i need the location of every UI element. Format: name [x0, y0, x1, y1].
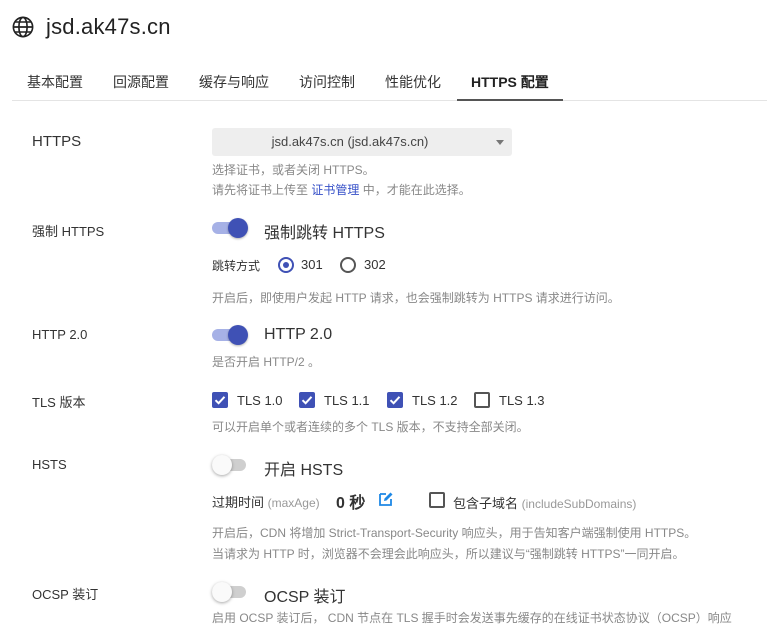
force-https-switch-label: 强制跳转 HTTPS — [264, 225, 385, 242]
certificate-select-value: jsd.ak47s.cn (jsd.ak47s.cn) — [271, 134, 429, 149]
max-age-sub: (maxAge) — [267, 496, 320, 510]
include-subdomains-checkbox[interactable] — [429, 492, 445, 508]
tab-origin-config[interactable]: 回源配置 — [113, 72, 169, 92]
tab-cache-response[interactable]: 缓存与响应 — [199, 72, 269, 92]
radio-302[interactable] — [340, 257, 356, 273]
include-subdomains-sub: (includeSubDomains) — [521, 497, 637, 511]
check-icon — [389, 396, 401, 405]
max-age-value: 0 秒 — [336, 495, 366, 512]
https-help-2-pre: 请先将证书上传至 — [212, 183, 312, 197]
max-age-label: 过期时间 (maxAge) — [212, 492, 320, 511]
cert-management-link[interactable]: 证书管理 — [311, 183, 359, 197]
https-help-2-post: 中，才能在此选择。 — [359, 183, 471, 197]
http2-help: 是否开启 HTTP/2 。 — [212, 355, 321, 369]
force-https-switch[interactable] — [212, 217, 248, 239]
tab-performance[interactable]: 性能优化 — [385, 72, 441, 92]
check-icon — [214, 396, 226, 405]
switch-knob — [212, 582, 232, 602]
tls-1-1-label: TLS 1.1 — [324, 393, 370, 408]
hsts-help-2: 当请求为 HTTP 时，浏览器不会理会此响应头，所以建议与“强制跳转 HTTPS… — [212, 547, 685, 561]
certificate-select[interactable]: jsd.ak47s.cn (jsd.ak47s.cn) — [212, 128, 512, 156]
hsts-switch[interactable] — [212, 454, 248, 476]
tls-1-3-label: TLS 1.3 — [499, 393, 545, 408]
tls-help: 可以开启单个或者连续的多个 TLS 版本，不支持全部关闭。 — [212, 420, 529, 434]
https-help-2: 请先将证书上传至 证书管理 中，才能在此选择。 — [212, 181, 471, 198]
include-subdomains-text: 包含子域名 — [453, 496, 519, 511]
site-title: jsd.ak47s.cn — [46, 14, 171, 39]
hsts-switch-label: 开启 HSTS — [264, 462, 344, 479]
active-tab-indicator — [457, 99, 563, 101]
switch-knob — [228, 218, 248, 238]
globe-icon — [12, 16, 34, 38]
ocsp-help: 启用 OCSP 装订后， CDN 节点在 TLS 握手时会发送事先缓存的在线证书… — [212, 611, 732, 625]
switch-knob — [228, 325, 248, 345]
http2-switch-label: HTTP 2.0 — [264, 326, 333, 343]
http2-switch[interactable] — [212, 324, 248, 346]
tls-1-3-checkbox[interactable] — [474, 392, 490, 408]
tab-bar: 基本配置 回源配置 缓存与响应 访问控制 性能优化 HTTPS 配置 — [12, 64, 767, 101]
radio-302-label: 302 — [364, 257, 386, 272]
tls-1-1-checkbox[interactable] — [299, 392, 315, 408]
tab-access-control[interactable]: 访问控制 — [299, 72, 355, 92]
force-https-help: 开启后，即使用户发起 HTTP 请求，也会强制跳转为 HTTPS 请求进行访问。 — [212, 291, 620, 305]
check-icon — [301, 396, 313, 405]
tab-basic-config[interactable]: 基本配置 — [27, 72, 83, 92]
switch-knob — [212, 455, 232, 475]
ocsp-label: OCSP 装订 — [32, 587, 99, 602]
tls-1-0-checkbox[interactable] — [212, 392, 228, 408]
tab-https-config[interactable]: HTTPS 配置 — [471, 72, 549, 92]
force-https-label: 强制 HTTPS — [32, 224, 105, 239]
tls-1-2-label: TLS 1.2 — [412, 393, 458, 408]
https-label: HTTPS — [32, 133, 82, 150]
tls-version-label: TLS 版本 — [32, 395, 86, 410]
https-help-1: 选择证书，或者关闭 HTTPS。 — [212, 163, 375, 177]
radio-301-label: 301 — [301, 257, 323, 272]
include-subdomains-label: 包含子域名 (includeSubDomains) — [453, 493, 636, 512]
hsts-label: HSTS — [32, 457, 67, 472]
ocsp-switch[interactable] — [212, 581, 248, 603]
dropdown-arrow-icon — [496, 140, 504, 145]
page-header: jsd.ak47s.cn — [12, 12, 171, 42]
ocsp-switch-label: OCSP 装订 — [264, 589, 346, 606]
http2-label: HTTP 2.0 — [32, 327, 88, 342]
hsts-help-1: 开启后，CDN 将增加 Strict-Transport-Security 响应… — [212, 526, 697, 540]
radio-301[interactable] — [278, 257, 294, 273]
tls-1-0-label: TLS 1.0 — [237, 393, 283, 408]
redirect-method-label: 跳转方式 — [212, 259, 261, 273]
edit-icon[interactable] — [378, 491, 394, 507]
tls-1-2-checkbox[interactable] — [387, 392, 403, 408]
max-age-label-text: 过期时间 — [212, 495, 265, 510]
